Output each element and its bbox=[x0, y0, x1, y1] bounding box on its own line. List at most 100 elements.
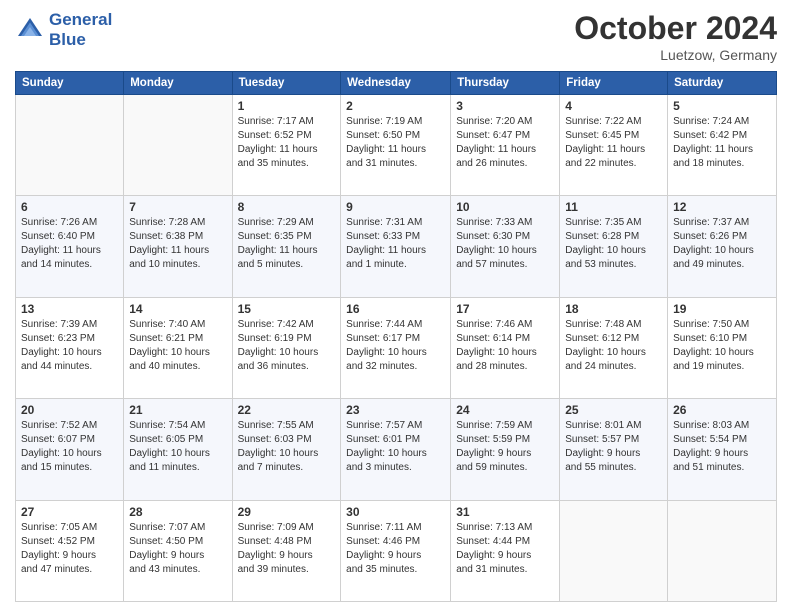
day-info: Sunrise: 7:54 AM Sunset: 6:05 PM Dayligh… bbox=[129, 419, 226, 475]
day-info: Sunrise: 7:07 AM Sunset: 4:50 PM Dayligh… bbox=[129, 521, 226, 577]
calendar-row-5: 27 Sunrise: 7:05 AM Sunset: 4:52 PM Dayli… bbox=[16, 500, 777, 601]
calendar-row-4: 20 Sunrise: 7:52 AM Sunset: 6:07 PM Dayli… bbox=[16, 399, 777, 500]
day-info: Sunrise: 7:05 AM Sunset: 4:52 PM Dayligh… bbox=[21, 521, 118, 577]
day-info: Sunrise: 7:20 AM Sunset: 6:47 PM Dayligh… bbox=[456, 115, 554, 171]
calendar-cell: 8 Sunrise: 7:29 AM Sunset: 6:35 PM Daylig… bbox=[232, 196, 341, 297]
logo-text: General Blue bbox=[49, 10, 112, 49]
weekday-header-row: SundayMondayTuesdayWednesdayThursdayFrid… bbox=[16, 72, 777, 95]
calendar-cell: 22 Sunrise: 7:55 AM Sunset: 6:03 PM Dayli… bbox=[232, 399, 341, 500]
day-info: Sunrise: 7:33 AM Sunset: 6:30 PM Dayligh… bbox=[456, 216, 554, 272]
day-number: 31 bbox=[456, 505, 554, 519]
calendar-cell: 23Sunrise: 7:57 AM Sunset: 6:01 PM Dayli… bbox=[341, 399, 451, 500]
weekday-header-tuesday: Tuesday bbox=[232, 72, 341, 95]
calendar-cell: 9 Sunrise: 7:31 AM Sunset: 6:33 PM Daylig… bbox=[341, 196, 451, 297]
day-info: Sunrise: 7:48 AM Sunset: 6:12 PM Dayligh… bbox=[565, 318, 662, 374]
calendar-cell: 14Sunrise: 7:40 AM Sunset: 6:21 PM Dayli… bbox=[124, 297, 232, 398]
day-number: 18 bbox=[565, 302, 662, 316]
day-number: 22 bbox=[238, 403, 336, 417]
day-number: 23 bbox=[346, 403, 445, 417]
calendar-row-2: 6Sunrise: 7:26 AM Sunset: 6:40 PM Daylig… bbox=[16, 196, 777, 297]
weekday-header-wednesday: Wednesday bbox=[341, 72, 451, 95]
day-info: Sunrise: 7:44 AM Sunset: 6:17 PM Dayligh… bbox=[346, 318, 445, 374]
calendar-cell: 26 Sunrise: 8:03 AM Sunset: 5:54 PM Dayli… bbox=[668, 399, 777, 500]
day-info: Sunrise: 8:01 AM Sunset: 5:57 PM Dayligh… bbox=[565, 419, 662, 475]
calendar-cell: 15Sunrise: 7:42 AM Sunset: 6:19 PM Dayli… bbox=[232, 297, 341, 398]
day-number: 7 bbox=[129, 200, 226, 214]
page: General Blue October 2024 Luetzow, Germa… bbox=[0, 0, 792, 612]
calendar-cell: 28 Sunrise: 7:07 AM Sunset: 4:50 PM Dayli… bbox=[124, 500, 232, 601]
day-info: Sunrise: 7:42 AM Sunset: 6:19 PM Dayligh… bbox=[238, 318, 336, 374]
calendar-table: SundayMondayTuesdayWednesdayThursdayFrid… bbox=[15, 71, 777, 602]
day-info: Sunrise: 7:24 AM Sunset: 6:42 PM Dayligh… bbox=[673, 115, 771, 171]
calendar-row-1: 1Sunrise: 7:17 AM Sunset: 6:52 PM Daylig… bbox=[16, 95, 777, 196]
day-info: Sunrise: 7:59 AM Sunset: 5:59 PM Dayligh… bbox=[456, 419, 554, 475]
day-number: 27 bbox=[21, 505, 118, 519]
calendar-cell bbox=[560, 500, 668, 601]
day-number: 5 bbox=[673, 99, 771, 113]
day-number: 8 bbox=[238, 200, 336, 214]
logo-icon bbox=[15, 15, 45, 45]
day-info: Sunrise: 7:29 AM Sunset: 6:35 PM Dayligh… bbox=[238, 216, 336, 272]
day-info: Sunrise: 7:46 AM Sunset: 6:14 PM Dayligh… bbox=[456, 318, 554, 374]
weekday-header-thursday: Thursday bbox=[451, 72, 560, 95]
day-number: 4 bbox=[565, 99, 662, 113]
calendar-cell: 11Sunrise: 7:35 AM Sunset: 6:28 PM Dayli… bbox=[560, 196, 668, 297]
day-number: 28 bbox=[129, 505, 226, 519]
day-number: 11 bbox=[565, 200, 662, 214]
calendar-cell: 10 Sunrise: 7:33 AM Sunset: 6:30 PM Dayli… bbox=[451, 196, 560, 297]
calendar-cell: 7 Sunrise: 7:28 AM Sunset: 6:38 PM Daylig… bbox=[124, 196, 232, 297]
title-block: October 2024 Luetzow, Germany bbox=[574, 10, 777, 63]
day-info: Sunrise: 7:19 AM Sunset: 6:50 PM Dayligh… bbox=[346, 115, 445, 171]
day-info: Sunrise: 7:11 AM Sunset: 4:46 PM Dayligh… bbox=[346, 521, 445, 577]
calendar-cell: 24Sunrise: 7:59 AM Sunset: 5:59 PM Dayli… bbox=[451, 399, 560, 500]
calendar-cell: 21 Sunrise: 7:54 AM Sunset: 6:05 PM Dayli… bbox=[124, 399, 232, 500]
calendar-cell: 27 Sunrise: 7:05 AM Sunset: 4:52 PM Dayli… bbox=[16, 500, 124, 601]
calendar-cell: 16Sunrise: 7:44 AM Sunset: 6:17 PM Dayli… bbox=[341, 297, 451, 398]
calendar-cell: 12Sunrise: 7:37 AM Sunset: 6:26 PM Dayli… bbox=[668, 196, 777, 297]
calendar-cell bbox=[124, 95, 232, 196]
day-info: Sunrise: 7:37 AM Sunset: 6:26 PM Dayligh… bbox=[673, 216, 771, 272]
day-info: Sunrise: 7:39 AM Sunset: 6:23 PM Dayligh… bbox=[21, 318, 118, 374]
day-info: Sunrise: 7:55 AM Sunset: 6:03 PM Dayligh… bbox=[238, 419, 336, 475]
day-number: 9 bbox=[346, 200, 445, 214]
day-number: 19 bbox=[673, 302, 771, 316]
day-number: 2 bbox=[346, 99, 445, 113]
calendar-cell: 4 Sunrise: 7:22 AM Sunset: 6:45 PM Daylig… bbox=[560, 95, 668, 196]
day-number: 10 bbox=[456, 200, 554, 214]
day-number: 20 bbox=[21, 403, 118, 417]
calendar-cell: 25Sunrise: 8:01 AM Sunset: 5:57 PM Dayli… bbox=[560, 399, 668, 500]
calendar-cell: 18 Sunrise: 7:48 AM Sunset: 6:12 PM Dayli… bbox=[560, 297, 668, 398]
calendar-cell: 17 Sunrise: 7:46 AM Sunset: 6:14 PM Dayli… bbox=[451, 297, 560, 398]
calendar-cell: 29Sunrise: 7:09 AM Sunset: 4:48 PM Dayli… bbox=[232, 500, 341, 601]
day-number: 14 bbox=[129, 302, 226, 316]
calendar-cell: 5 Sunrise: 7:24 AM Sunset: 6:42 PM Daylig… bbox=[668, 95, 777, 196]
weekday-header-sunday: Sunday bbox=[16, 72, 124, 95]
day-info: Sunrise: 7:13 AM Sunset: 4:44 PM Dayligh… bbox=[456, 521, 554, 577]
day-info: Sunrise: 7:31 AM Sunset: 6:33 PM Dayligh… bbox=[346, 216, 445, 272]
month-title: October 2024 bbox=[574, 10, 777, 47]
day-info: Sunrise: 7:22 AM Sunset: 6:45 PM Dayligh… bbox=[565, 115, 662, 171]
day-info: Sunrise: 7:09 AM Sunset: 4:48 PM Dayligh… bbox=[238, 521, 336, 577]
calendar-cell: 1Sunrise: 7:17 AM Sunset: 6:52 PM Daylig… bbox=[232, 95, 341, 196]
day-number: 13 bbox=[21, 302, 118, 316]
day-number: 3 bbox=[456, 99, 554, 113]
weekday-header-saturday: Saturday bbox=[668, 72, 777, 95]
day-number: 30 bbox=[346, 505, 445, 519]
day-info: Sunrise: 7:50 AM Sunset: 6:10 PM Dayligh… bbox=[673, 318, 771, 374]
calendar-row-3: 13 Sunrise: 7:39 AM Sunset: 6:23 PM Dayli… bbox=[16, 297, 777, 398]
day-number: 17 bbox=[456, 302, 554, 316]
logo: General Blue bbox=[15, 10, 112, 49]
day-info: Sunrise: 8:03 AM Sunset: 5:54 PM Dayligh… bbox=[673, 419, 771, 475]
calendar-cell: 31 Sunrise: 7:13 AM Sunset: 4:44 PM Dayli… bbox=[451, 500, 560, 601]
day-info: Sunrise: 7:28 AM Sunset: 6:38 PM Dayligh… bbox=[129, 216, 226, 272]
calendar-cell: 6Sunrise: 7:26 AM Sunset: 6:40 PM Daylig… bbox=[16, 196, 124, 297]
location: Luetzow, Germany bbox=[574, 47, 777, 63]
day-number: 21 bbox=[129, 403, 226, 417]
calendar-cell bbox=[16, 95, 124, 196]
day-number: 6 bbox=[21, 200, 118, 214]
day-number: 26 bbox=[673, 403, 771, 417]
calendar-cell: 19 Sunrise: 7:50 AM Sunset: 6:10 PM Dayli… bbox=[668, 297, 777, 398]
day-info: Sunrise: 7:52 AM Sunset: 6:07 PM Dayligh… bbox=[21, 419, 118, 475]
weekday-header-friday: Friday bbox=[560, 72, 668, 95]
calendar-cell: 13 Sunrise: 7:39 AM Sunset: 6:23 PM Dayli… bbox=[16, 297, 124, 398]
